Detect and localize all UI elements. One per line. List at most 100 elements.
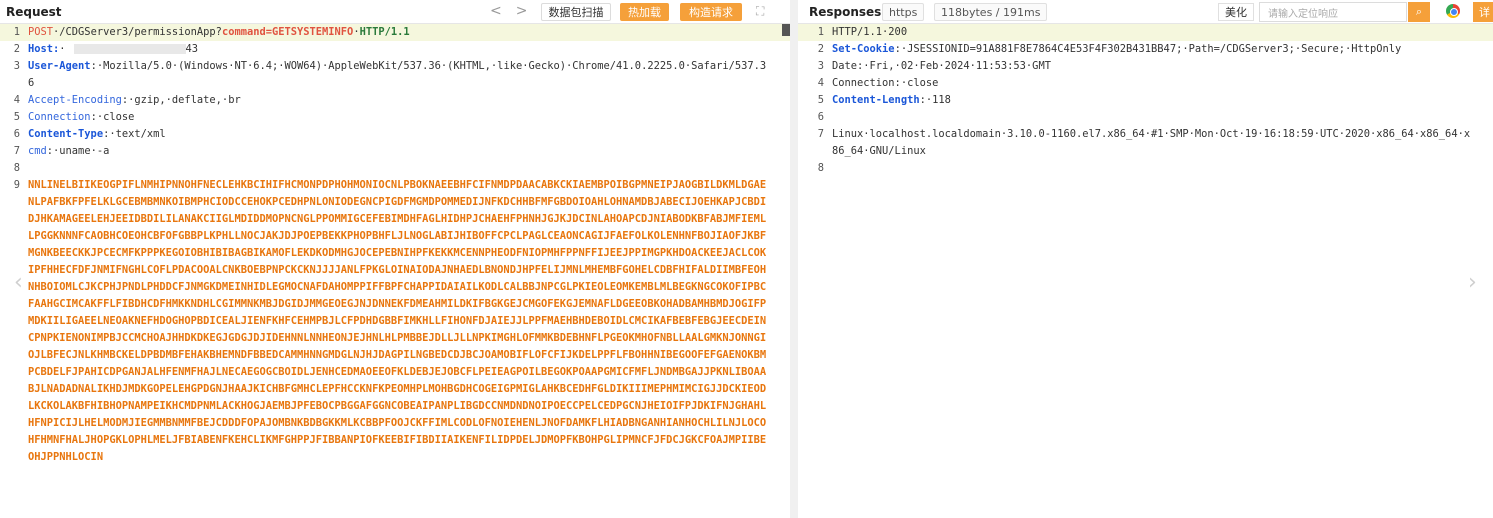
response-title: Responses — [809, 4, 882, 19]
req-line[interactable]: 8 — [0, 160, 790, 177]
line-content: NNLINELBIIKEOGPIFLNMHIPNNOHFNECLEHKBCIHI… — [28, 177, 790, 466]
redacted-host — [73, 44, 186, 54]
request-header: Request < > 数据包扫描 热加载 构造请求 ⛶ — [0, 0, 790, 24]
line-number: 5 — [817, 94, 824, 106]
code-token: Linux·localhost.localdomain·3.10.0-1160.… — [832, 128, 1471, 157]
expand-icon[interactable]: ⛶ — [756, 4, 764, 19]
line-number: 3 — [13, 60, 20, 72]
code-token: 43 — [185, 43, 199, 55]
line-content — [832, 109, 1493, 126]
code-token: HTTP/1.1·200 — [832, 26, 908, 38]
code-token: :·118 — [919, 94, 951, 106]
line-content: Date:·Fri,·02·Feb·2024·11:53:53·GMT — [832, 58, 1493, 75]
line-number: 9 — [13, 179, 20, 191]
req-line[interactable]: 5 Connection:·close — [0, 109, 790, 126]
code-token: HTTP/1.1 — [359, 26, 410, 38]
resp-line[interactable]: 5 Content-Length:·118 — [798, 92, 1493, 109]
prev-arrow-icon[interactable]: < — [490, 3, 502, 19]
code-token: NNLINELBIIKEOGPIFLNMHIPNNOHFNECLEHKBCIHI… — [28, 179, 767, 463]
request-editor[interactable]: 1 POST·/CDGServer3/permissionApp?command=… — [0, 24, 790, 466]
code-token: :·JSESSIONID=91A881F8E7864C4E53F4F302B43… — [894, 43, 1402, 55]
resp-line[interactable]: 2 Set-Cookie:·JSESSIONID=91A881F8E7864C4E… — [798, 41, 1493, 58]
detail-button[interactable]: 详 — [1473, 2, 1493, 22]
line-content — [28, 160, 790, 177]
line-number: 8 — [13, 162, 20, 174]
line-number: 6 — [817, 111, 824, 123]
resp-line[interactable]: 6 — [798, 109, 1493, 126]
hot-load-button[interactable]: 热加载 — [620, 3, 669, 21]
code-token: · — [59, 43, 66, 55]
request-title: Request — [6, 4, 62, 19]
code-token: Set-Cookie — [832, 43, 895, 55]
request-pane: Request < > 数据包扫描 热加载 构造请求 ⛶ 1 POST·/CDGS… — [0, 0, 790, 518]
code-token: cmd — [28, 145, 47, 157]
line-content: cmd:·uname·-a — [28, 143, 790, 160]
code-token: Content-Length — [832, 94, 920, 106]
search-icon[interactable]: ⌕ — [1408, 2, 1430, 22]
line-number: 4 — [13, 94, 20, 106]
code-token: :·Mozilla/5.0·(Windows·NT·6.4;·WOW64)·Ap… — [28, 60, 767, 89]
line-content: Linux·localhost.localdomain·3.10.0-1160.… — [832, 126, 1493, 160]
resp-line[interactable]: 4 Connection:·close — [798, 75, 1493, 92]
line-content: Content-Type:·text/xml — [28, 126, 790, 143]
response-pane: Responses https 118bytes / 191ms 美化 请输入定… — [798, 0, 1493, 518]
response-search-input[interactable]: 请输入定位响应 — [1259, 2, 1407, 22]
code-token: Host: — [28, 43, 60, 55]
code-token: POST — [28, 26, 54, 38]
code-token: User-Agent — [28, 60, 91, 72]
req-line[interactable]: 3 User-Agent:·Mozilla/5.0·(Windows·NT·6.4… — [0, 58, 790, 92]
line-number: 8 — [817, 162, 824, 174]
line-content: Content-Length:·118 — [832, 92, 1493, 109]
construct-request-button[interactable]: 构造请求 — [680, 3, 742, 21]
code-token: Content-Type — [28, 128, 104, 140]
line-number: 3 — [817, 60, 824, 72]
response-header: Responses https 118bytes / 191ms 美化 请输入定… — [798, 0, 1493, 24]
code-token: :·gzip,·deflate,·br — [121, 94, 241, 106]
code-token: Accept-Encoding — [28, 94, 122, 106]
req-line[interactable]: 7 cmd:·uname·-a — [0, 143, 790, 160]
req-line[interactable]: 6 Content-Type:·text/xml — [0, 126, 790, 143]
beautify-button[interactable]: 美化 — [1218, 3, 1254, 21]
line-content: POST·/CDGServer3/permissionApp?command=G… — [28, 24, 790, 41]
line-number: 4 — [817, 77, 824, 89]
next-arrow-icon[interactable]: > — [516, 3, 528, 19]
line-number: 5 — [13, 111, 20, 123]
code-token: Connection:·close — [832, 77, 939, 89]
resp-line[interactable]: 8 — [798, 160, 1493, 177]
right-side-arrow-icon[interactable]: › — [1468, 270, 1477, 295]
line-number: 1 — [817, 26, 824, 38]
scrollbar-thumb[interactable] — [782, 24, 790, 36]
line-number: 7 — [817, 128, 824, 140]
left-side-arrow-icon[interactable]: ‹ — [14, 270, 23, 295]
request-nav: < > — [490, 3, 527, 19]
line-number: 2 — [13, 43, 20, 55]
req-line[interactable]: 2 Host:· 43 — [0, 41, 790, 58]
resp-line[interactable]: 3 Date:·Fri,·02·Feb·2024·11:53:53·GMT — [798, 58, 1493, 75]
line-content: User-Agent:·Mozilla/5.0·(Windows·NT·6.4;… — [28, 58, 790, 92]
line-content: HTTP/1.1·200 — [832, 24, 1493, 41]
req-line[interactable]: 1 POST·/CDGServer3/permissionApp?command=… — [0, 24, 790, 41]
code-token: :·close — [90, 111, 135, 123]
line-content: Connection:·close — [832, 75, 1493, 92]
resp-line[interactable]: 7 Linux·localhost.localdomain·3.10.0-1160… — [798, 126, 1493, 160]
line-number: 7 — [13, 145, 20, 157]
line-content: Accept-Encoding:·gzip,·deflate,·br — [28, 92, 790, 109]
protocol-tag: https — [882, 3, 925, 21]
chrome-icon[interactable] — [1446, 4, 1460, 18]
req-line[interactable]: 4 Accept-Encoding:·gzip,·deflate,·br — [0, 92, 790, 109]
line-content: Host:· 43 — [28, 41, 790, 58]
line-number: 2 — [817, 43, 824, 55]
scan-packet-button[interactable]: 数据包扫描 — [541, 3, 611, 21]
line-content — [832, 160, 1493, 177]
code-token: ·/CDGServer3/permissionApp? — [53, 26, 222, 38]
line-content: Set-Cookie:·JSESSIONID=91A881F8E7864C4E5… — [832, 41, 1493, 58]
code-token: Connection — [28, 111, 91, 123]
req-line[interactable]: 9 NNLINELBIIKEOGPIFLNMHIPNNOHFNECLEHKBCIH… — [0, 177, 790, 466]
line-number: 1 — [13, 26, 20, 38]
response-editor[interactable]: 1 HTTP/1.1·200 2 Set-Cookie:·JSESSIONID=91A… — [798, 24, 1493, 177]
code-token: :·uname·-a — [46, 145, 110, 157]
resp-line[interactable]: 1 HTTP/1.1·200 — [798, 24, 1493, 41]
code-token: :·text/xml — [103, 128, 166, 140]
size-time-tag: 118bytes / 191ms — [934, 3, 1048, 21]
line-content: Connection:·close — [28, 109, 790, 126]
